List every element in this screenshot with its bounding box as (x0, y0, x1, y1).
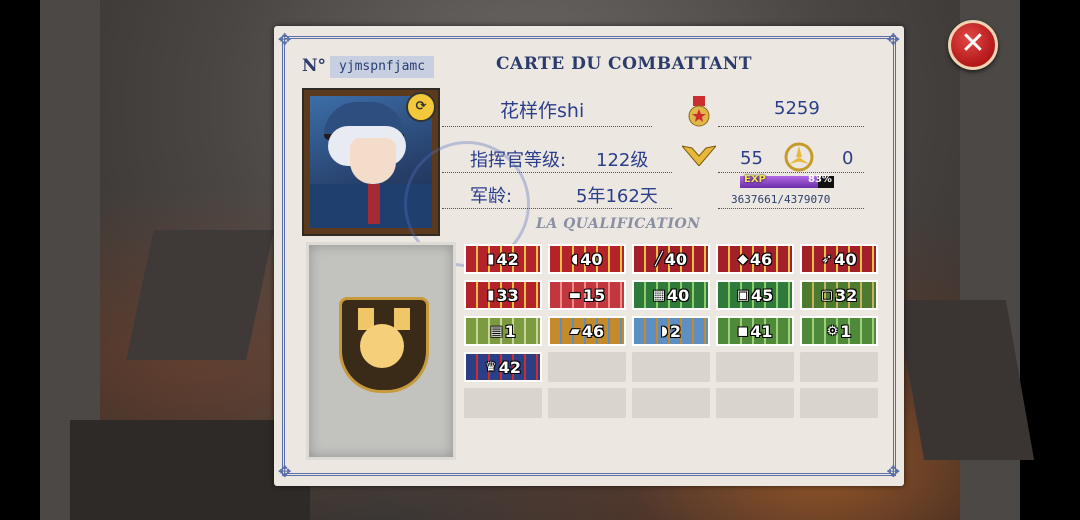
bottle-icon: ▮ (487, 287, 495, 303)
trophy-icon: ♛ (485, 359, 497, 375)
ship-icon: ◗ (661, 323, 668, 339)
level-underline (442, 172, 672, 173)
propeller-icon (784, 142, 814, 172)
emblem-ear (394, 308, 410, 330)
portrait-face (350, 138, 396, 184)
fox-emblem-icon (339, 297, 429, 393)
empty-medal-slot (716, 388, 794, 418)
medal-count: 33 (496, 285, 519, 305)
qualification-title: LA QUALIFICATION (536, 216, 701, 232)
medal-count: 42 (498, 357, 521, 377)
medal-icon (688, 96, 710, 127)
exp-label: EXP (744, 174, 766, 185)
combatant-card: ✥ ✥ ✥ ✥ N° yjmspnfjamc CARTE DU COMBATTA… (274, 26, 904, 486)
exp-underline (718, 208, 864, 209)
gear-icon: ⚙ (826, 323, 839, 339)
medal-slot[interactable]: ♛ 42 (464, 352, 542, 382)
score-underline (718, 126, 864, 127)
empty-medal-slot (632, 352, 710, 382)
empty-medal-slot (548, 352, 626, 382)
service-age-value: 5年162天 (576, 186, 658, 207)
medal-count: 32 (835, 285, 858, 305)
document-icon: ▤ (490, 323, 503, 339)
secondary-rank-value: 0 (842, 148, 854, 169)
medal-count: 40 (667, 285, 690, 305)
empty-medal-slot (464, 388, 542, 418)
commander-level-label: 指挥官等级: (470, 150, 567, 171)
empty-medal-slot (632, 388, 710, 418)
empty-medal-slot (716, 352, 794, 382)
medal-count: 40 (580, 249, 603, 269)
corner-ornament-icon: ✥ (278, 462, 292, 481)
emblem-panel[interactable] (306, 242, 456, 460)
commander-level-value: 122级 (596, 150, 649, 171)
portrait-tie (368, 184, 380, 224)
medal-slot[interactable]: ▢ 32 (800, 280, 878, 310)
service-age-label: 军龄: (470, 186, 513, 207)
bullet-icon: ◆ (737, 251, 748, 267)
medal-slot[interactable]: ◆ 46 (716, 244, 794, 274)
name-underline (442, 126, 652, 127)
medal-slot[interactable]: ▬ 15 (548, 280, 626, 310)
age-underline (442, 208, 672, 209)
medal-count: 46 (581, 321, 605, 341)
medal-slot[interactable]: ╱ 40 (632, 244, 710, 274)
wings-rank-icon (682, 145, 716, 166)
tank-icon: ▰ (569, 323, 580, 339)
empty-medal-slot (800, 352, 878, 382)
rifle-icon: ╱ (654, 251, 663, 267)
medal-count: 1 (840, 321, 852, 341)
map-icon: ▦ (652, 287, 666, 303)
rocket-icon: ➶ (821, 251, 833, 267)
medal-count: 42 (496, 249, 519, 269)
background-rock (126, 230, 274, 360)
medal-count: 40 (664, 249, 688, 269)
medal-slot[interactable]: ▮ 33 (464, 280, 542, 310)
player-name: 花样作shi (500, 100, 585, 122)
medal-slot[interactable]: ▤ 1 (464, 316, 542, 346)
rank-underline (718, 172, 864, 173)
close-button[interactable]: ✕ (948, 20, 998, 70)
medal-count: 41 (750, 321, 773, 341)
medal-slot[interactable]: ▮ 42 (464, 244, 542, 274)
shell-icon: ◖ (571, 251, 579, 267)
corner-ornament-icon: ✥ (278, 30, 292, 49)
corner-ornament-icon: ✥ (886, 462, 900, 481)
score-value: 5259 (774, 98, 820, 119)
medal-count: 15 (583, 285, 606, 305)
medal-slot[interactable]: ◖ 40 (548, 244, 626, 274)
emblem-face (360, 324, 404, 368)
medal-count: 45 (751, 285, 774, 305)
change-portrait-icon[interactable]: ⟳ (406, 92, 436, 122)
medal-slot[interactable]: ▦ 40 (632, 280, 710, 310)
medal-slot[interactable]: ➶ 40 (800, 244, 878, 274)
medal-slot[interactable]: ▣ 45 (716, 280, 794, 310)
medal-slot[interactable]: ◼ 41 (716, 316, 794, 346)
rank-value: 55 (740, 148, 763, 169)
vehicle-icon: ◼ (737, 323, 749, 339)
window-icon: ▣ (736, 287, 750, 303)
frame-icon: ▢ (820, 287, 834, 303)
bottle-icon: ▮ (487, 251, 495, 267)
corner-ornament-icon: ✥ (886, 30, 900, 49)
card-title: CARTE DU COMBATTANT (496, 54, 752, 74)
medal-count: 2 (669, 321, 681, 341)
medal-count: 1 (504, 321, 516, 341)
empty-medal-slot (800, 388, 878, 418)
medal-slot[interactable]: ⚙ 1 (800, 316, 878, 346)
medal-count: 46 (749, 249, 773, 269)
battery-icon: ▬ (568, 287, 582, 303)
medal-count: 40 (834, 249, 857, 269)
number-label: N° (302, 56, 327, 76)
player-id[interactable]: yjmspnfjamc (330, 56, 434, 78)
medal-slot[interactable]: ◗ 2 (632, 316, 710, 346)
exp-numbers: 3637661/4379070 (731, 193, 831, 206)
empty-medal-slot (548, 388, 626, 418)
exp-percent: 83% (808, 174, 832, 185)
medal-grid: ▮ 42 ◖ 40 ╱ 40 ◆ 46 ➶ 40 ▮ 33 ▬ 15 ▦ 40 ▣ 45 ▢ 32 ▤ 1 ▰ 46 ◗ 2 ◼ 41… (464, 244, 882, 460)
medal-slot[interactable]: ▰ 46 (548, 316, 626, 346)
